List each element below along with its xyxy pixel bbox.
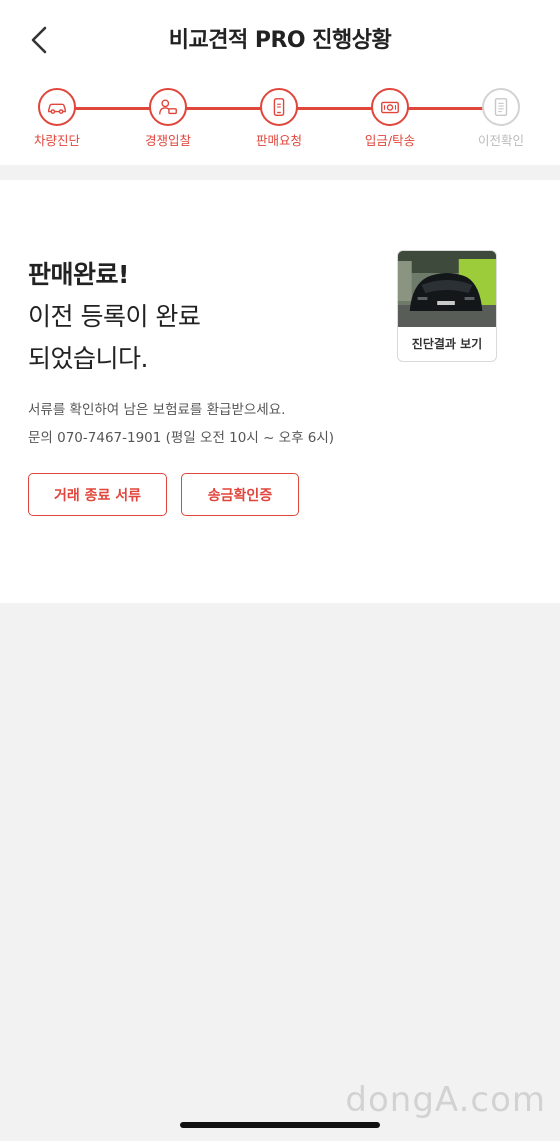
status-headline: 판매완료! 이전 등록이 완료 되었습니다. — [28, 254, 201, 380]
home-indicator[interactable] — [180, 1122, 380, 1128]
status-title: 판매완료! — [28, 260, 129, 289]
status-card: 판매완료! 이전 등록이 완료 되었습니다. 진단결과 보기 서류를 확인하여 … — [0, 180, 560, 603]
progress-steps: 차량진단 경쟁입찰 판매요청 입금/탁송 이전확인 — [0, 88, 560, 148]
contact-info-text: 문의 070-7467-1901 (평일 오전 10시 ~ 오후 6시) — [28, 430, 335, 446]
step-sale-request[interactable]: 판매요청 — [234, 88, 324, 149]
status-message-line1: 이전 등록이 완료 — [28, 302, 201, 331]
bidding-person-icon — [149, 88, 187, 126]
transaction-documents-button[interactable]: 거래 종료 서류 — [28, 473, 167, 516]
refund-guide-text: 서류를 확인하여 남은 보험료를 환급받으세요. — [28, 402, 286, 418]
step-payment-delivery[interactable]: 입금/탁송 — [345, 88, 435, 149]
step-label: 경쟁입찰 — [144, 133, 191, 148]
diagnosis-result-label: 진단결과 보기 — [411, 337, 483, 351]
status-message-line2: 되었습니다. — [28, 344, 148, 373]
step-label: 이전확인 — [477, 133, 524, 148]
mobile-phone-icon — [260, 88, 298, 126]
diagnosis-result-thumbnail[interactable]: 진단결과 보기 — [397, 250, 497, 362]
step-competitive-bidding[interactable]: 경쟁입찰 — [123, 88, 213, 149]
step-label: 입금/탁송 — [364, 133, 416, 148]
document-icon — [482, 88, 520, 126]
status-description: 서류를 확인하여 남은 보험료를 환급받으세요. 문의 070-7467-190… — [28, 396, 334, 452]
watermark-logo: dongA.com — [345, 1080, 546, 1120]
step-label: 차량진단 — [33, 133, 80, 148]
car-photo — [398, 251, 496, 327]
money-icon — [371, 88, 409, 126]
remittance-certificate-button[interactable]: 송금확인증 — [181, 473, 299, 516]
step-vehicle-diagnosis[interactable]: 차량진단 — [12, 88, 102, 149]
car-icon — [38, 88, 76, 126]
step-transfer-confirm[interactable]: 이전확인 — [456, 88, 546, 149]
step-label: 판매요청 — [255, 133, 302, 148]
page-title: 비교견적 PRO 진행상황 — [168, 28, 392, 53]
header: 비교견적 PRO 진행상황 차량진단 경쟁입찰 판매요청 입금/탁송 이전확인 — [0, 0, 560, 165]
